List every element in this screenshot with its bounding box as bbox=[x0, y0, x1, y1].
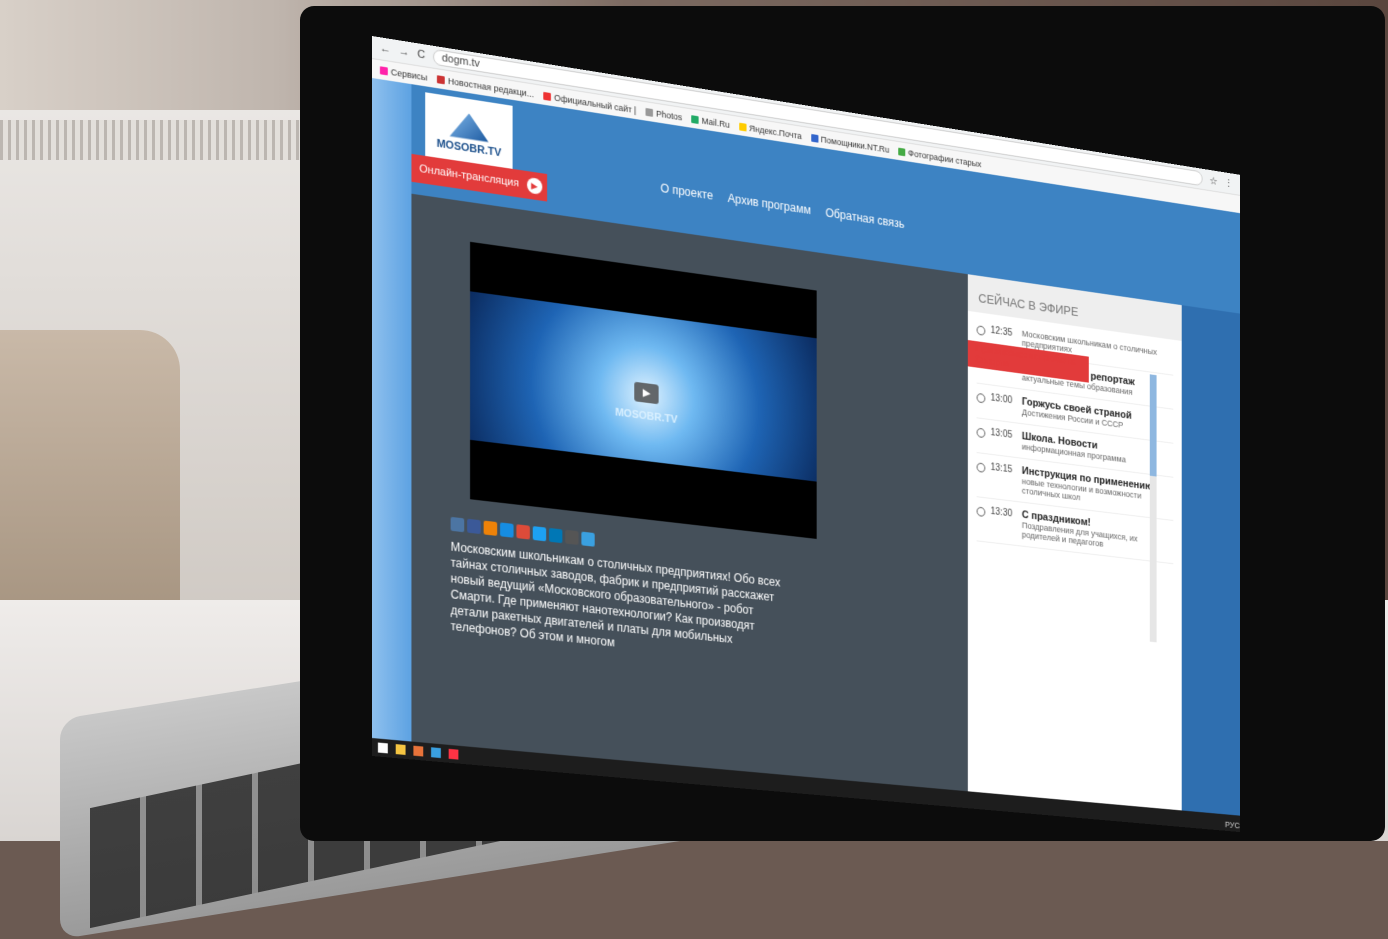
schedule-scrollbar[interactable] bbox=[1149, 374, 1157, 643]
main-nav: О проекте Архив программ Обратная связь bbox=[660, 181, 904, 231]
star-icon[interactable]: ☆ bbox=[1209, 174, 1217, 187]
mail-icon[interactable] bbox=[500, 522, 514, 538]
menu-icon[interactable]: ⋮ bbox=[1224, 176, 1233, 189]
bookmark-item[interactable]: Mail.Ru bbox=[691, 114, 730, 130]
gplus-icon[interactable] bbox=[516, 524, 530, 540]
video-player[interactable]: ▶ MOSOBR.TV bbox=[470, 241, 817, 539]
ok-icon[interactable] bbox=[483, 520, 498, 536]
explorer-icon[interactable] bbox=[395, 744, 406, 755]
on-air-sidebar: СЕЙЧАС В ЭФИРЕ 12:35 Приключения робота С… bbox=[967, 274, 1182, 827]
clock-icon bbox=[976, 462, 986, 473]
skype-icon[interactable] bbox=[581, 531, 595, 547]
main-content: ▶ MOSOBR.TV Московским школьникам о стол… bbox=[411, 193, 968, 809]
play-button-icon[interactable]: ▶ bbox=[634, 381, 659, 405]
forward-icon[interactable]: → bbox=[399, 45, 410, 59]
live-label: Онлайн-трансляция bbox=[419, 162, 520, 190]
scroll-thumb[interactable] bbox=[1149, 374, 1157, 477]
app-icon[interactable] bbox=[413, 745, 424, 757]
clock-icon bbox=[976, 506, 986, 517]
video-description: Московским школьникам о столичных предпр… bbox=[450, 539, 781, 650]
chrome-icon[interactable] bbox=[448, 748, 459, 760]
nav-archive[interactable]: Архив программ bbox=[728, 191, 811, 217]
start-icon[interactable] bbox=[377, 742, 388, 754]
nav-about[interactable]: О проекте bbox=[660, 181, 713, 202]
video-frame: ▶ MOSOBR.TV bbox=[470, 291, 817, 482]
laptop-screen: ← → C dogm.tv ☆ ⋮ Сервисы Новостная реда… bbox=[372, 36, 1240, 833]
clock-icon bbox=[976, 325, 986, 336]
logo-text: MOSOBR.TV bbox=[436, 137, 502, 159]
clock-icon bbox=[976, 427, 986, 439]
vk-icon[interactable] bbox=[450, 516, 465, 533]
sofa bbox=[0, 330, 180, 630]
clock-icon bbox=[976, 392, 986, 404]
nav-feedback[interactable]: Обратная связь bbox=[825, 206, 904, 231]
facebook-icon[interactable] bbox=[467, 518, 481, 535]
bookmark-item[interactable]: Photos bbox=[645, 107, 682, 122]
back-icon[interactable]: ← bbox=[380, 42, 391, 56]
linkedin-icon[interactable] bbox=[549, 527, 563, 544]
link-icon[interactable] bbox=[565, 529, 579, 545]
logo-mark-icon bbox=[450, 110, 489, 142]
left-decor-strip bbox=[372, 78, 412, 760]
twitter-icon[interactable] bbox=[532, 526, 547, 542]
player-brand: ▶ MOSOBR.TV bbox=[609, 349, 684, 427]
play-icon: ▶ bbox=[526, 176, 543, 195]
reload-icon[interactable]: C bbox=[417, 48, 425, 61]
system-tray: РУС bbox=[1224, 819, 1240, 831]
app-icon[interactable] bbox=[431, 747, 441, 759]
